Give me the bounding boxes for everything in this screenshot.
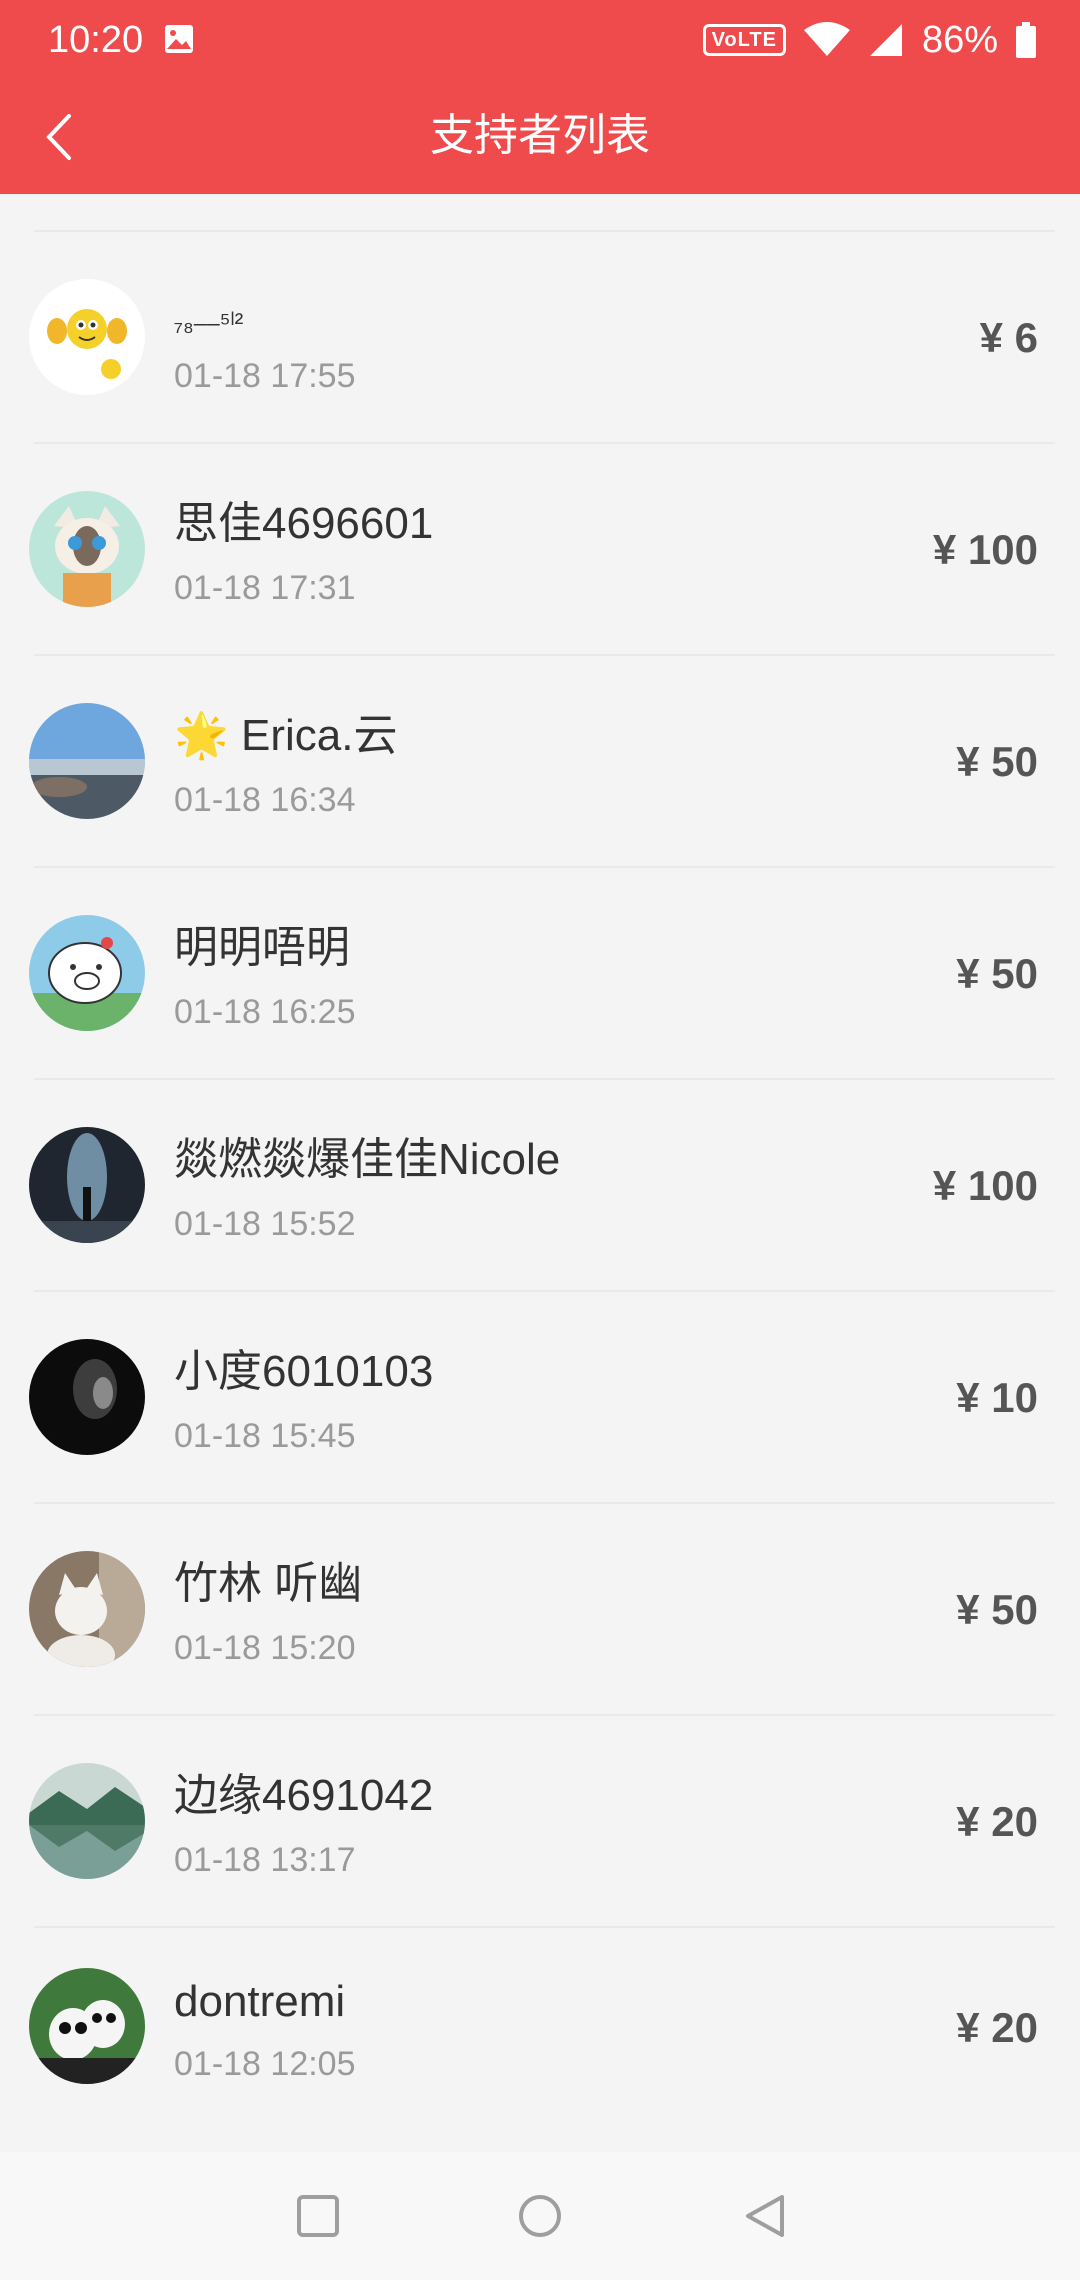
support-time: 01-18 17:55 xyxy=(174,357,356,395)
seaside-photo-avatar xyxy=(29,703,145,819)
supporter-name: 燚燃燚爆佳佳Nicole xyxy=(174,1135,561,1184)
status-time: 10:20 xyxy=(48,19,144,61)
support-amount: ¥ 20 xyxy=(956,2004,1038,2051)
supporter-name: 边缘4691042 xyxy=(174,1771,434,1820)
battery-icon xyxy=(1016,22,1036,58)
support-amount: ¥ 100 xyxy=(932,1162,1038,1209)
status-bar: 10:20 VoLTE 86% xyxy=(0,0,1080,80)
status-indicators: VoLTE 86% xyxy=(702,18,1036,62)
battery-percent: 86% xyxy=(921,19,998,61)
supporter-row[interactable]: 竹林 听幽 01-18 15:20 ¥ 50 xyxy=(0,1504,1080,1716)
support-amount: ¥ 50 xyxy=(956,1586,1038,1633)
back-triangle-icon xyxy=(746,2195,784,2237)
cat-cartoon-avatar xyxy=(29,491,145,607)
supporter-row[interactable]: dontremi 01-18 12:05 ¥ 20 xyxy=(0,1928,1080,2132)
support-time: 01-18 15:52 xyxy=(174,1205,356,1243)
panda-avatar xyxy=(29,1968,145,2084)
lake-mountain-avatar xyxy=(29,1763,145,1879)
support-amount: ¥ 6 xyxy=(979,314,1038,361)
home-button[interactable] xyxy=(510,2186,570,2246)
system-nav-bar xyxy=(0,2152,1080,2280)
volte-badge: VoLTE xyxy=(702,24,786,56)
supporter-row[interactable]: 燚燃燚爆佳佳Nicole 01-18 15:52 ¥ 100 xyxy=(0,1080,1080,1292)
support-time: 01-18 12:05 xyxy=(174,2045,356,2083)
supporter-name: 竹林 听幽 xyxy=(174,1559,363,1608)
cave-photo-avatar xyxy=(29,1127,145,1243)
support-time: 01-18 15:45 xyxy=(174,1417,356,1455)
support-time: 01-18 17:31 xyxy=(174,569,356,607)
support-amount: ¥ 50 xyxy=(956,738,1038,785)
recent-apps-icon xyxy=(297,2195,339,2237)
home-icon xyxy=(519,2195,561,2237)
support-amount: ¥ 100 xyxy=(932,526,1038,573)
support-time: 01-18 15:20 xyxy=(174,1629,356,1667)
page-title: 支持者列表 xyxy=(430,111,650,160)
supporter-name: dontremi xyxy=(174,1977,346,2026)
support-amount: ¥ 20 xyxy=(956,1798,1038,1845)
recent-apps-button[interactable] xyxy=(288,2186,348,2246)
emoji-peace-avatar xyxy=(29,279,145,395)
supporter-row[interactable]: ₇₈⎯⎯⁵ˡ² 01-18 17:55 ¥ 6 xyxy=(0,232,1080,444)
support-amount: ¥ 50 xyxy=(956,950,1038,997)
support-time: 01-18 13:17 xyxy=(174,1841,356,1879)
supporter-row[interactable]: 思佳4696601 01-18 17:31 ¥ 100 xyxy=(0,444,1080,656)
portrait-dark-avatar xyxy=(29,1339,145,1455)
app-header: 支持者列表 xyxy=(0,80,1080,194)
supporter-row[interactable]: 边缘4691042 01-18 13:17 ¥ 20 xyxy=(0,1716,1080,1928)
supporter-name: ₇₈⎯⎯⁵ˡ² xyxy=(174,307,244,337)
supporter-row[interactable]: 小度6010103 01-18 15:45 ¥ 10 xyxy=(0,1292,1080,1504)
support-amount: ¥ 10 xyxy=(956,1374,1038,1421)
support-time: 01-18 16:25 xyxy=(174,993,356,1031)
supporter-name: 明明唔明 xyxy=(174,923,350,972)
supporter-row[interactable]: 明明唔明 01-18 16:25 ¥ 50 xyxy=(0,868,1080,1080)
wifi-icon xyxy=(803,22,850,56)
signal-icon xyxy=(869,24,902,56)
supporter-row[interactable]: 🌟 Erica.云 01-18 16:34 ¥ 50 xyxy=(0,656,1080,868)
supporter-name: 小度6010103 xyxy=(174,1347,434,1396)
white-cat-avatar xyxy=(29,1551,145,1667)
pig-cartoon-avatar xyxy=(29,915,145,1031)
supporter-name: 🌟 Erica.云 xyxy=(174,711,398,760)
supporter-name: 思佳4696601 xyxy=(174,499,434,548)
nav-back-button[interactable] xyxy=(734,2186,794,2246)
image-icon xyxy=(165,25,193,53)
support-time: 01-18 16:34 xyxy=(174,781,356,819)
